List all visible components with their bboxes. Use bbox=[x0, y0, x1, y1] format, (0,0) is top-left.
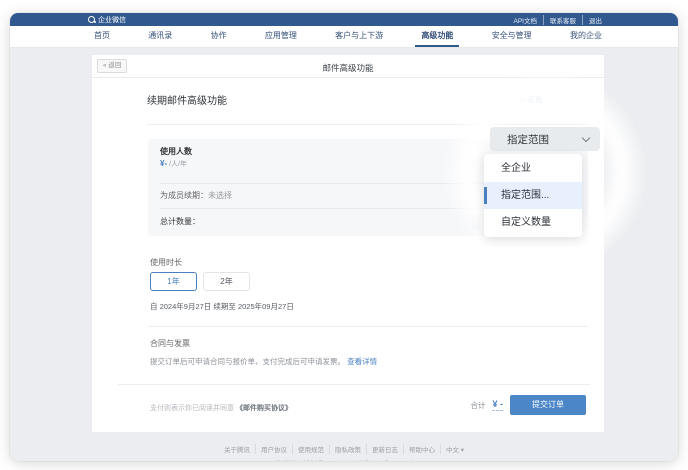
price-unit: /人/年 bbox=[167, 161, 187, 168]
submit-order-button[interactable]: 提交订单 bbox=[510, 395, 586, 415]
member-renew-value: 未选择 bbox=[208, 191, 232, 200]
scope-option-whole-company[interactable]: 全企业 bbox=[484, 155, 582, 182]
nav-item-advanced-features[interactable]: 高级功能 bbox=[415, 26, 459, 47]
footer-link-help-center[interactable]: 帮助中心 bbox=[403, 444, 435, 454]
footer-link-changelog[interactable]: 更新日志 bbox=[366, 444, 398, 454]
duration-label: 使用时长 bbox=[150, 257, 182, 268]
duration-option-2year[interactable]: 2年 bbox=[203, 272, 250, 291]
logout-link[interactable]: 退出 bbox=[582, 15, 602, 25]
view-details-link[interactable]: 查看详情 bbox=[347, 357, 377, 366]
total-quantity-label: 总计数量： bbox=[160, 216, 200, 227]
page-titlebar: « 返回 邮件高级功能 bbox=[92, 55, 604, 78]
footer-link-privacy[interactable]: 隐私政策 bbox=[329, 444, 361, 454]
duration-option-1year[interactable]: 1年 bbox=[150, 272, 197, 291]
nav-item-contacts[interactable]: 通讯录 bbox=[142, 26, 178, 47]
page-title: 邮件高级功能 bbox=[92, 62, 604, 74]
refresh-icon: ⟳ bbox=[519, 95, 525, 104]
api-docs-link[interactable]: API文档 bbox=[514, 15, 537, 25]
purchase-agreement-link[interactable]: 《邮件购买协议》 bbox=[236, 405, 292, 412]
renew-period-text: 自 2024年9月27日 续期至 2025年09月27日 bbox=[150, 301, 294, 312]
scope-dropdown-menu: 全企业 指定范围... 自定义数量 bbox=[484, 154, 582, 237]
usage-label: 使用人数 bbox=[160, 146, 192, 157]
agreement-text: 支付则表示你已阅读并同意 《邮件购买协议》 bbox=[150, 403, 292, 413]
member-renew-row[interactable]: 为成员续期：未选择 bbox=[160, 190, 232, 201]
divider bbox=[148, 326, 588, 327]
divider bbox=[118, 384, 590, 385]
nav-item-security[interactable]: 安全与管理 bbox=[486, 26, 538, 47]
wecom-logo-icon bbox=[88, 16, 95, 23]
footer-link-user-agreement[interactable]: 用户协议 bbox=[255, 444, 287, 454]
scope-option-specified-range[interactable]: 指定范围... bbox=[484, 182, 582, 209]
content-panel: « 返回 邮件高级功能 续期邮件高级功能 ⟳ 退费 使用人数 ¥- /人/年 为… bbox=[92, 55, 604, 432]
contact-support-link[interactable]: 联系客服 bbox=[543, 15, 576, 25]
scope-dropdown-value: 指定范围 bbox=[507, 132, 549, 147]
wecom-logo: 企业微信 bbox=[88, 15, 126, 25]
footer-link-about[interactable]: 关于腾讯 bbox=[224, 444, 250, 454]
scope-option-custom-quantity[interactable]: 自定义数量 bbox=[484, 209, 582, 236]
total-value: ¥ - bbox=[492, 399, 503, 411]
nav-item-collaboration[interactable]: 协作 bbox=[205, 26, 233, 47]
top-bar: 企业微信 API文档 联系客服 退出 bbox=[10, 13, 678, 26]
renew-heading: 续期邮件高级功能 bbox=[147, 92, 227, 107]
top-links: API文档 联系客服 退出 bbox=[514, 15, 602, 25]
main-nav: 首页 通讯录 协作 应用管理 客户与上下游 高级功能 安全与管理 我的企业 bbox=[10, 26, 678, 48]
nav-item-my-company[interactable]: 我的企业 bbox=[564, 26, 608, 47]
footer-link-usage-rules[interactable]: 使用规范 bbox=[292, 444, 324, 454]
contract-invoice-title: 合同与发票 bbox=[150, 338, 190, 349]
nav-item-customers[interactable]: 客户与上下游 bbox=[329, 26, 389, 47]
scope-dropdown-button[interactable]: 指定范围 bbox=[490, 127, 600, 151]
nav-item-app-management[interactable]: 应用管理 bbox=[259, 26, 303, 47]
logo-text: 企业微信 bbox=[98, 15, 126, 25]
member-renew-label: 为成员续期： bbox=[160, 191, 208, 200]
usage-price: ¥- /人/年 bbox=[160, 159, 187, 169]
app-window: 企业微信 API文档 联系客服 退出 首页 通讯录 协作 应用管理 客户与上下游… bbox=[10, 13, 678, 461]
divider bbox=[147, 124, 588, 125]
contract-invoice-desc: 提交订单后可申请合同与报价单，支付完成后可申请发票。 查看详情 bbox=[150, 356, 377, 367]
footer-link-language[interactable]: 中文 ▾ bbox=[440, 444, 464, 454]
copyright-text: © 1998 - 2024 Tencent Inc. All Rights Re… bbox=[10, 460, 678, 461]
footer: 关于腾讯 用户协议 使用规范 隐私政策 更新日志 帮助中心 中文 ▾ © 199… bbox=[10, 439, 678, 461]
total-label: 合计 bbox=[470, 400, 485, 411]
chevron-down-icon bbox=[582, 133, 590, 141]
nav-item-home[interactable]: 首页 bbox=[88, 26, 116, 47]
pay-summary: 合计 ¥ - 提交订单 bbox=[470, 395, 586, 415]
refund-link[interactable]: ⟳ 退费 bbox=[519, 94, 542, 105]
